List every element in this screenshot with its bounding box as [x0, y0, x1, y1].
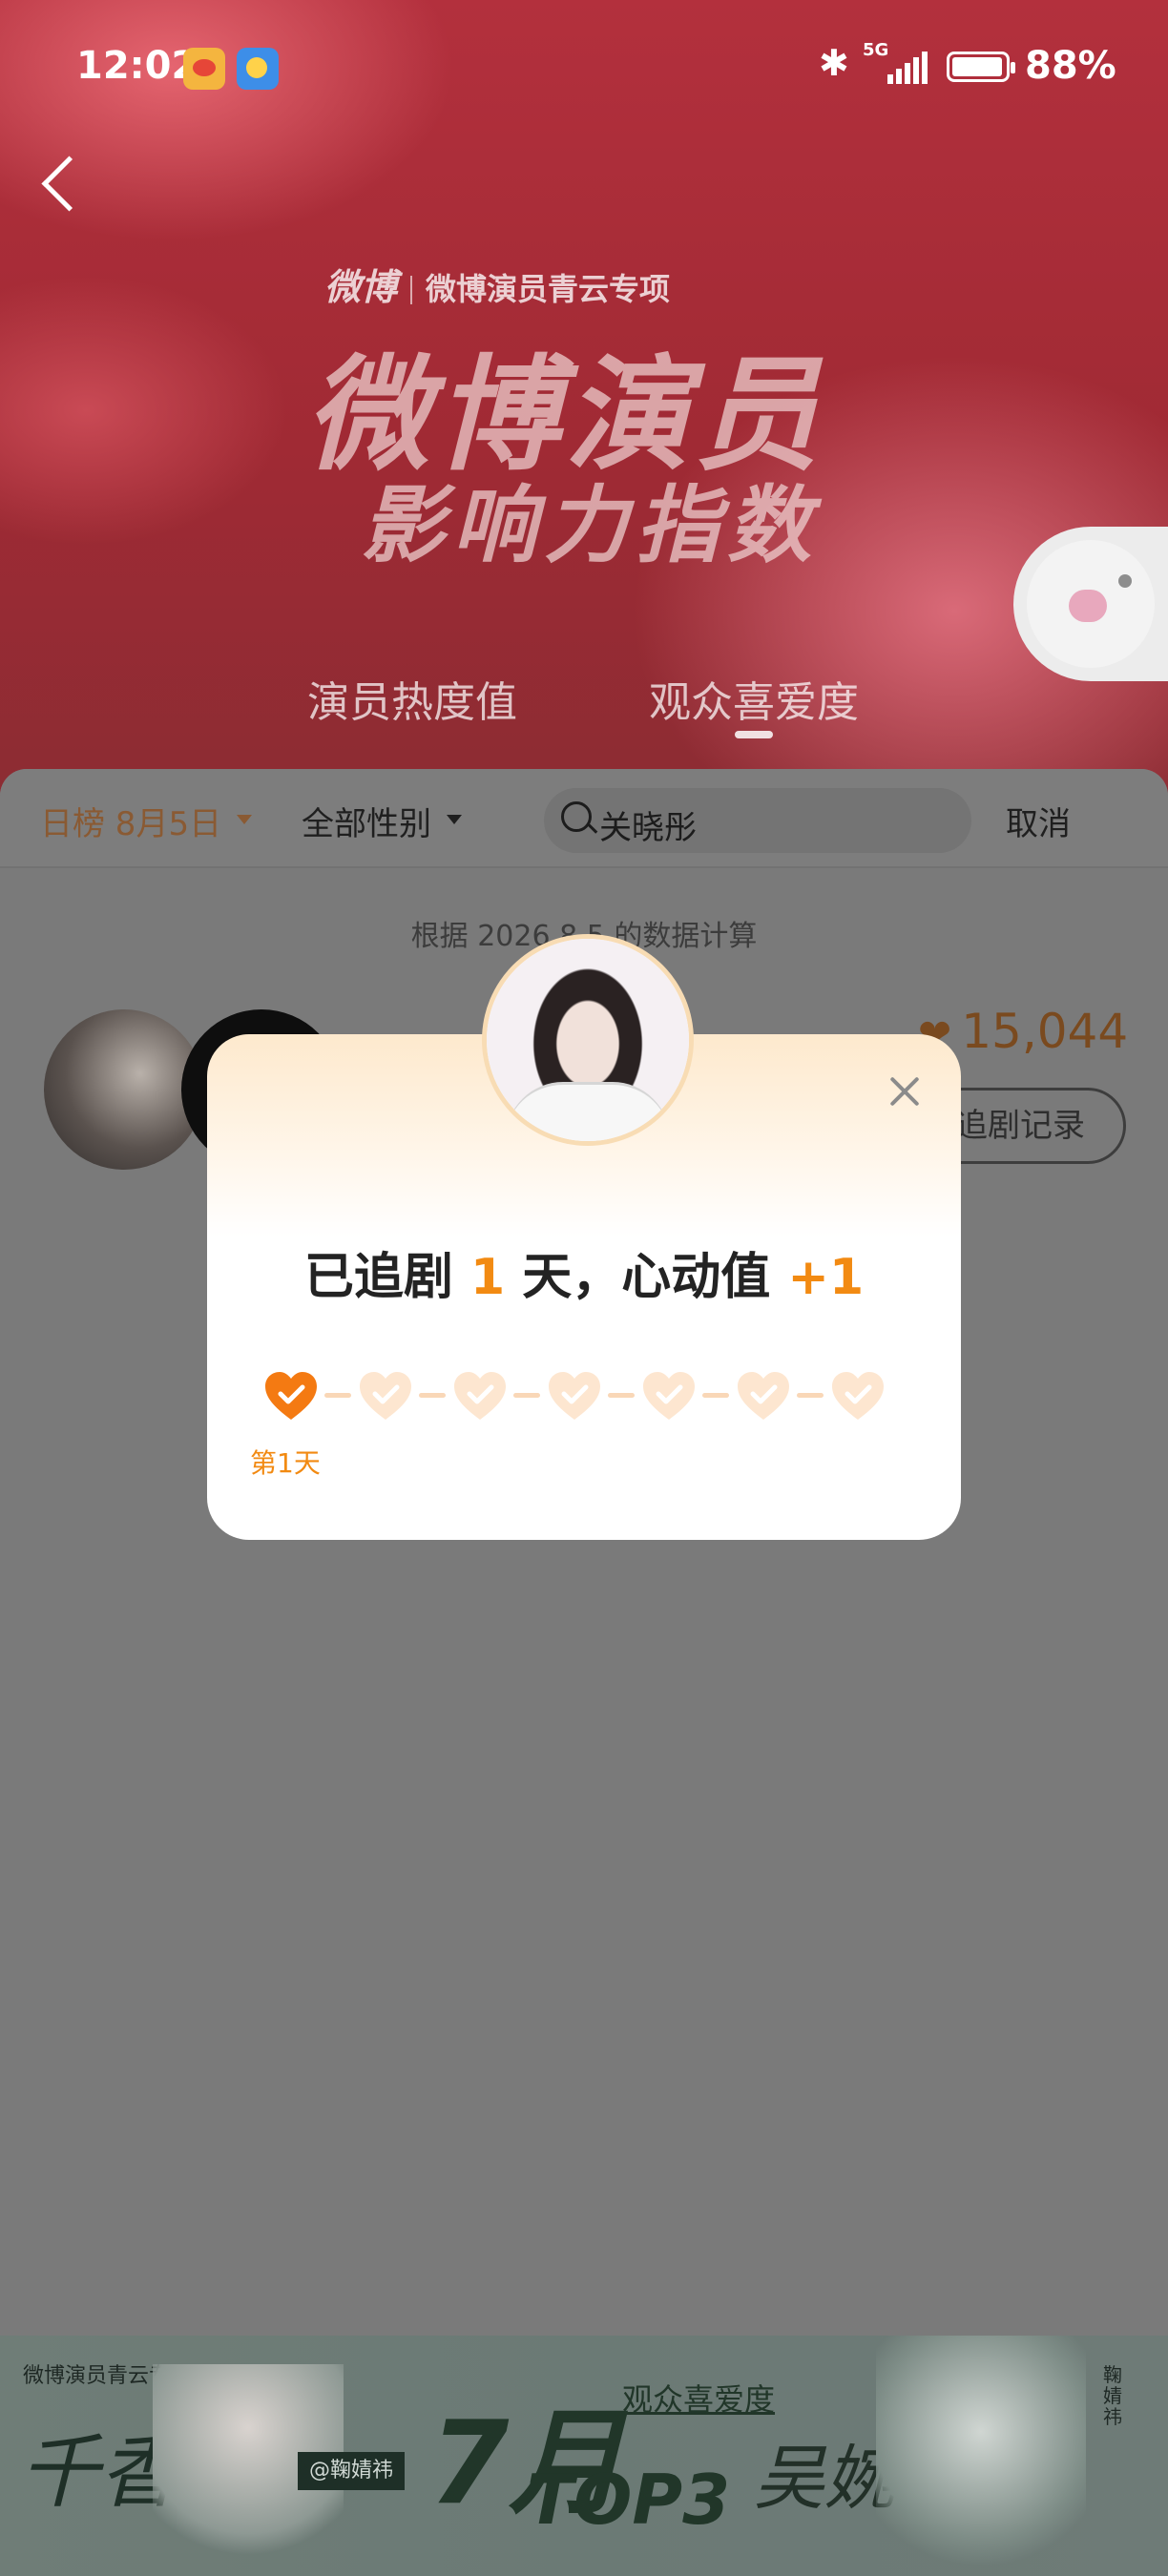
checkin-prefix: 已追剧: [303, 1249, 453, 1306]
back-button[interactable]: [38, 153, 95, 219]
active-tab-indicator: [735, 731, 773, 738]
network-type: 5G: [863, 40, 889, 60]
bluetooth-icon: ✱: [819, 42, 849, 84]
checkin-mid: 天，心动值: [522, 1249, 771, 1306]
progress-connector: [324, 1393, 351, 1398]
heart-mascot-icon: [1027, 540, 1155, 668]
weather-app-icon: [237, 48, 279, 90]
heart-pending-icon: [641, 1370, 697, 1422]
day-label: 第1天: [250, 1447, 321, 1479]
floating-entry-button[interactable]: [1013, 527, 1168, 681]
checkin-points: +1: [787, 1249, 865, 1306]
banner-actress-image-2: [876, 2336, 1086, 2576]
banner-category: 观众喜爱度: [622, 2381, 776, 2418]
signal-icon: [887, 52, 929, 84]
cancel-search-button[interactable]: 取消: [1006, 798, 1071, 844]
filter-bar: 日榜 8月5日 全部性别 关晓彤 取消: [0, 769, 1168, 868]
tab-actor-heat[interactable]: 演员热度值: [307, 668, 517, 729]
heart-pending-icon: [830, 1370, 886, 1422]
checkin-progress: [263, 1370, 884, 1425]
date-filter-dropdown[interactable]: 日榜 8月5日: [40, 798, 253, 844]
gender-filter-dropdown[interactable]: 全部性别: [302, 798, 462, 844]
close-icon[interactable]: [882, 1069, 929, 1116]
promo-banner[interactable]: 微博演员青云专项 千香 @鞠婧祎 7月 TOP3 观众喜爱度 吴婉非 鞠婧祎: [0, 2336, 1168, 2576]
weibo-app-icon: [183, 48, 225, 90]
tab-audience-love[interactable]: 观众喜爱度: [649, 668, 859, 729]
heart-checked-icon: [263, 1370, 319, 1422]
battery-icon: [947, 52, 1015, 82]
search-input[interactable]: 关晓彤: [544, 788, 971, 853]
search-icon: [561, 801, 592, 832]
progress-connector: [797, 1393, 824, 1398]
brand-subtitle: 微博演员青云专项: [426, 271, 671, 307]
progress-connector: [608, 1393, 635, 1398]
checkin-message: 已追剧 1 天，心动值 +1: [0, 1236, 1168, 1308]
progress-connector: [702, 1393, 729, 1398]
page-subtitle: 影响力指数: [361, 476, 820, 574]
heart-pending-icon: [736, 1370, 791, 1422]
banner-side-text: 鞠婧祎: [1103, 2363, 1122, 2428]
modal-actor-avatar: [487, 939, 689, 1141]
status-time: 12:02: [76, 44, 198, 88]
progress-connector: [419, 1393, 446, 1398]
love-score-value: 15,044: [961, 1004, 1129, 1059]
status-bar: 12:02 ✱ 5G 88%: [0, 38, 1168, 95]
hero-header: 12:02 ✱ 5G 88% 微博 微博演员青云专项 微博演员 影响力指数 演员热…: [0, 0, 1168, 811]
heart-pending-icon: [452, 1370, 508, 1422]
heart-pending-icon: [547, 1370, 602, 1422]
search-query: 关晓彤: [599, 809, 697, 847]
banner-rank: TOP3: [527, 2460, 731, 2540]
actor-avatar[interactable]: [44, 1009, 204, 1170]
battery-percent: 88%: [1025, 44, 1116, 88]
progress-connector: [513, 1393, 540, 1398]
weibo-logo: 微博: [324, 266, 398, 308]
banner-handle: @鞠婧祎: [298, 2452, 406, 2490]
heart-pending-icon: [358, 1370, 413, 1422]
brand-divider: [410, 275, 413, 304]
brand-row: 微博 微博演员青云专项: [324, 258, 670, 310]
checkin-days: 1: [469, 1249, 506, 1306]
